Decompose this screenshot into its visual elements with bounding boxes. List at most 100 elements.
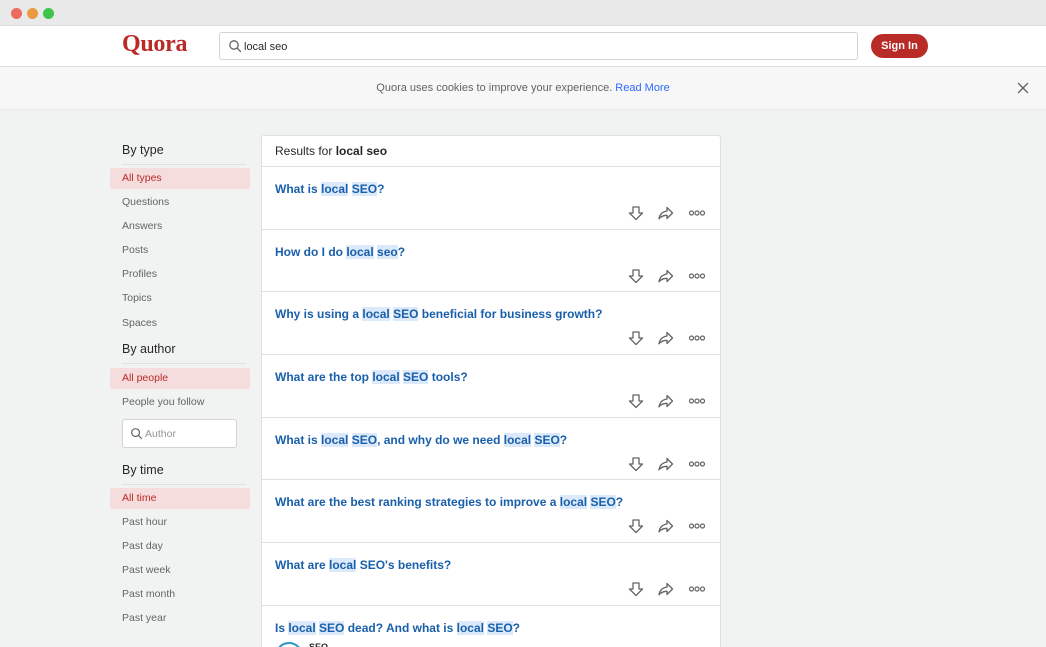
- share-icon[interactable]: [657, 455, 675, 473]
- search-icon: [131, 428, 143, 440]
- share-icon[interactable]: [657, 267, 675, 285]
- filter-past-day[interactable]: Past day: [110, 536, 250, 557]
- question-title-link[interactable]: Is local SEO dead? And what is local SEO…: [275, 620, 521, 635]
- results-query: local seo: [335, 144, 388, 158]
- title-text: What are the best ranking strategies to …: [275, 495, 560, 510]
- more-icon[interactable]: [688, 455, 706, 473]
- downvote-icon[interactable]: [627, 267, 645, 285]
- downvote-icon[interactable]: [627, 204, 645, 222]
- title-text: How do I do: [275, 244, 347, 259]
- more-icon[interactable]: [688, 329, 706, 347]
- title-text: beneficial for business growth?: [418, 307, 603, 322]
- result-item: What is local SEO?: [262, 167, 720, 230]
- highlighted-term: SEO: [319, 620, 345, 635]
- filter-people-you-follow[interactable]: People you follow: [110, 392, 250, 413]
- title-text: ?: [615, 495, 624, 510]
- downvote-icon[interactable]: [627, 517, 645, 535]
- downvote-icon[interactable]: [627, 329, 645, 347]
- window-close-button[interactable]: [11, 8, 22, 19]
- highlighted-term: SEO: [403, 370, 429, 385]
- downvote-icon[interactable]: [627, 580, 645, 598]
- by-time-heading: By time: [122, 463, 164, 477]
- filter-posts[interactable]: Posts: [110, 240, 250, 261]
- highlighted-term: local: [321, 432, 349, 447]
- more-icon[interactable]: [688, 580, 706, 598]
- filter-topics[interactable]: Topics: [110, 288, 250, 309]
- topic-label: SEO: [309, 641, 329, 647]
- result-item: What are the best ranking strategies to …: [262, 480, 720, 544]
- highlighted-term: SEO: [351, 432, 378, 447]
- question-title-link[interactable]: How do I do local seo?: [275, 244, 406, 259]
- more-icon[interactable]: [688, 392, 706, 410]
- question-title-link[interactable]: Why is using a local SEO beneficial for …: [275, 307, 603, 322]
- filter-answers[interactable]: Answers: [110, 216, 250, 237]
- share-icon[interactable]: [657, 204, 675, 222]
- filter-past-hour[interactable]: Past hour: [110, 512, 250, 533]
- title-text: Is: [275, 620, 289, 635]
- title-text: What is: [275, 182, 322, 196]
- highlighted-term: local: [559, 495, 588, 510]
- downvote-icon[interactable]: [627, 455, 645, 473]
- more-icon[interactable]: [688, 267, 706, 285]
- filter-past-month[interactable]: Past month: [110, 584, 250, 605]
- title-text: What is: [275, 432, 322, 447]
- topic-avatar: [275, 641, 303, 647]
- close-icon[interactable]: [1017, 82, 1029, 94]
- filter-all-people[interactable]: All people: [110, 368, 250, 389]
- highlighted-term: SEO: [351, 182, 378, 196]
- results-prefix: Results for: [275, 144, 333, 158]
- highlighted-term: SEO: [393, 307, 419, 322]
- share-icon[interactable]: [657, 580, 675, 598]
- title-text: ?: [512, 620, 521, 635]
- downvote-icon[interactable]: [627, 392, 645, 410]
- sign-in-button[interactable]: Sign In: [871, 34, 928, 58]
- highlighted-term: local: [329, 558, 357, 573]
- divider: [122, 363, 246, 364]
- title-text: What are the top: [275, 370, 373, 385]
- filter-spaces[interactable]: Spaces: [110, 313, 250, 334]
- share-icon[interactable]: [657, 392, 675, 410]
- share-icon[interactable]: [657, 517, 675, 535]
- title-text: ?: [397, 244, 406, 259]
- window-maximize-button[interactable]: [43, 8, 54, 19]
- search-input[interactable]: [244, 37, 844, 56]
- filter-questions[interactable]: Questions: [110, 192, 250, 213]
- highlighted-term: SEO: [534, 432, 560, 447]
- question-title-link[interactable]: What are the top local SEO tools?: [275, 370, 468, 385]
- result-list: What is local SEO? How do I do local seo?…: [262, 167, 720, 647]
- question-title-link[interactable]: What is local SEO?: [275, 182, 384, 196]
- highlighted-term: seo: [377, 244, 398, 259]
- filter-past-week[interactable]: Past week: [110, 560, 250, 581]
- filter-past-year[interactable]: Past year: [110, 608, 250, 629]
- result-item: Is local SEO dead? And what is local SEO…: [262, 606, 720, 647]
- author-search-box[interactable]: [122, 419, 237, 448]
- highlighted-term: local: [372, 370, 400, 385]
- more-icon[interactable]: [688, 517, 706, 535]
- read-more-link[interactable]: Read More: [615, 82, 669, 94]
- author-input[interactable]: [145, 426, 233, 442]
- highlighted-term: local: [456, 620, 484, 635]
- filter-all-types[interactable]: All types: [110, 168, 250, 189]
- result-item: What is local SEO, and why do we need lo…: [262, 418, 720, 481]
- divider: [122, 164, 246, 165]
- title-text: What are: [275, 558, 330, 573]
- question-title-link[interactable]: What are local SEO's benefits?: [275, 558, 451, 573]
- result-item: What are the top local SEO tools?: [262, 355, 720, 418]
- highlighted-term: local: [362, 307, 390, 322]
- highlighted-term: SEO: [590, 495, 616, 510]
- results-header: Results for local seo: [262, 136, 720, 167]
- search-bar[interactable]: [219, 32, 858, 60]
- highlighted-term: SEO: [487, 620, 513, 635]
- quora-logo[interactable]: Quora: [122, 31, 187, 58]
- more-icon[interactable]: [688, 204, 706, 222]
- divider: [122, 484, 246, 485]
- question-title-link[interactable]: What is local SEO, and why do we need lo…: [275, 432, 568, 447]
- window-minimize-button[interactable]: [27, 8, 38, 19]
- question-title-link[interactable]: What are the best ranking strategies to …: [275, 495, 624, 510]
- by-type-heading: By type: [122, 143, 164, 157]
- cookie-message: Quora uses cookies to improve your exper…: [376, 82, 669, 94]
- filter-profiles[interactable]: Profiles: [110, 264, 250, 285]
- share-icon[interactable]: [657, 329, 675, 347]
- filter-all-time[interactable]: All time: [110, 488, 250, 509]
- title-text: ?: [559, 432, 568, 447]
